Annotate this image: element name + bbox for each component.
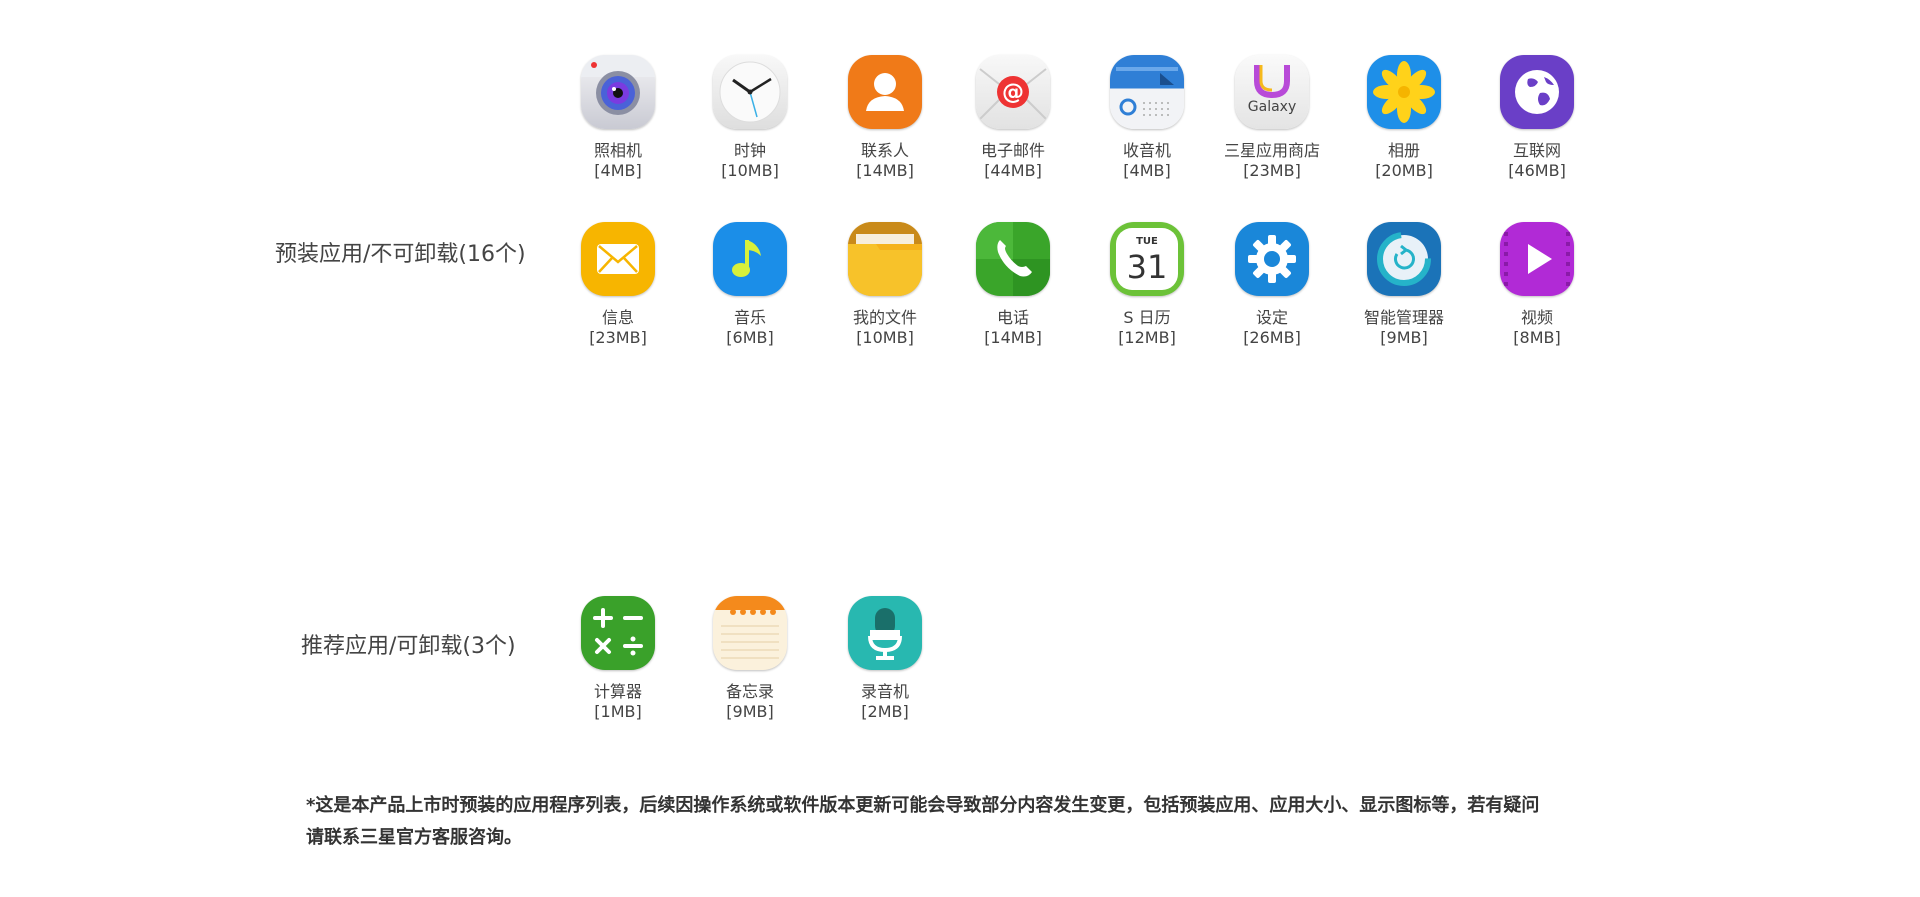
app-size: [2MB] [861,702,909,721]
app-name: 电话 [996,308,1029,327]
camera-icon [581,55,655,129]
app-name: 三星应用商店 [1223,141,1320,160]
app-name: 设定 [1255,308,1288,327]
app-phone[interactable]: 电话 [14MB] [948,222,1078,348]
app-size: [6MB] [726,328,774,347]
app-music[interactable]: 音乐 [6MB] [685,222,815,348]
app-galaxy-store[interactable]: Galaxy 三星应用商店 [23MB] [1207,55,1337,181]
clock-icon [713,55,787,129]
app-size: [1MB] [594,702,642,721]
app-size: [44MB] [984,161,1042,180]
app-calculator[interactable]: 计算器 [1MB] [553,596,683,722]
app-name: 照相机 [593,141,642,160]
internet-icon [1500,55,1574,129]
footnote-line-2: 请联系三星官方客服咨询。 [306,827,522,848]
app-name: 音乐 [733,308,766,327]
app-memo[interactable]: 备忘录 [9MB] [685,596,815,722]
calculator-icon [581,596,655,670]
app-size: [14MB] [856,161,914,180]
music-icon [713,222,787,296]
app-name: S 日历 [1123,308,1171,327]
app-size: [4MB] [1123,161,1171,180]
app-name: 我的文件 [852,308,917,327]
app-contacts[interactable]: 联系人 [14MB] [820,55,950,181]
app-settings[interactable]: 设定 [26MB] [1207,222,1337,348]
radio-icon [1110,55,1184,129]
gallery-icon [1367,55,1441,129]
app-voice-recorder[interactable]: 录音机 [2MB] [820,596,950,722]
footnote: *这是本产品上市时预装的应用程序列表，后续因操作系统或软件版本更新可能会导致部分… [306,790,1606,854]
galaxy-store-icon-text: Galaxy [1248,99,1296,115]
app-radio[interactable]: 收音机 [4MB] [1082,55,1212,181]
phone-icon [976,222,1050,296]
app-name: 备忘录 [725,682,774,701]
voice-recorder-icon [848,596,922,670]
calendar-icon-day: TUE [1136,236,1158,247]
section-label-preinstalled: 预装应用/不可卸载(16个) [275,242,526,267]
app-size: [8MB] [1513,328,1561,347]
app-size: [14MB] [984,328,1042,347]
app-size: [10MB] [721,161,779,180]
app-my-files[interactable]: 我的文件 [10MB] [820,222,950,348]
app-smart-manager[interactable]: 智能管理器 [9MB] [1339,222,1469,348]
app-size: [12MB] [1118,328,1176,347]
app-gallery[interactable]: 相册 [20MB] [1339,55,1469,181]
app-email[interactable]: @ 电子邮件 [44MB] [948,55,1078,181]
app-name: 信息 [601,308,634,327]
app-size: [46MB] [1508,161,1566,180]
app-internet[interactable]: 互联网 [46MB] [1472,55,1602,181]
app-name: 互联网 [1512,141,1561,160]
app-size: [10MB] [856,328,914,347]
app-size: [20MB] [1375,161,1433,180]
email-icon: @ [976,55,1050,129]
app-name: 录音机 [860,682,909,701]
app-camera[interactable]: 照相机 [4MB] [553,55,683,181]
video-icon [1500,222,1574,296]
app-name: 电子邮件 [980,141,1045,160]
app-name: 时钟 [733,141,766,160]
app-name: 智能管理器 [1363,308,1444,327]
app-size: [26MB] [1243,328,1301,347]
smart-manager-icon [1367,222,1441,296]
app-size: [23MB] [1243,161,1301,180]
calendar-icon-date: 31 [1127,248,1168,286]
app-clock[interactable]: 时钟 [10MB] [685,55,815,181]
app-name: 计算器 [593,682,642,701]
svg-text:@: @ [1002,80,1024,105]
messages-icon [581,222,655,296]
app-video[interactable]: 视频 [8MB] [1472,222,1602,348]
app-size: [9MB] [726,702,774,721]
memo-icon [713,596,787,670]
settings-icon [1235,222,1309,296]
app-size: [23MB] [589,328,647,347]
app-name: 收音机 [1122,141,1171,160]
app-name: 视频 [1520,308,1553,327]
app-size: [4MB] [594,161,642,180]
my-files-icon [848,222,922,296]
footnote-line-1: *这是本产品上市时预装的应用程序列表，后续因操作系统或软件版本更新可能会导致部分… [306,795,1540,816]
app-messages[interactable]: 信息 [23MB] [553,222,683,348]
contacts-icon [848,55,922,129]
galaxy-store-icon: Galaxy [1235,55,1309,129]
calendar-icon: TUE 31 [1110,222,1184,296]
app-size: [9MB] [1380,328,1428,347]
section-label-recommended: 推荐应用/可卸载(3个) [301,634,516,659]
app-name: 相册 [1387,141,1420,160]
app-calendar[interactable]: TUE 31 S 日历 [12MB] [1082,222,1212,348]
app-name: 联系人 [860,141,909,160]
